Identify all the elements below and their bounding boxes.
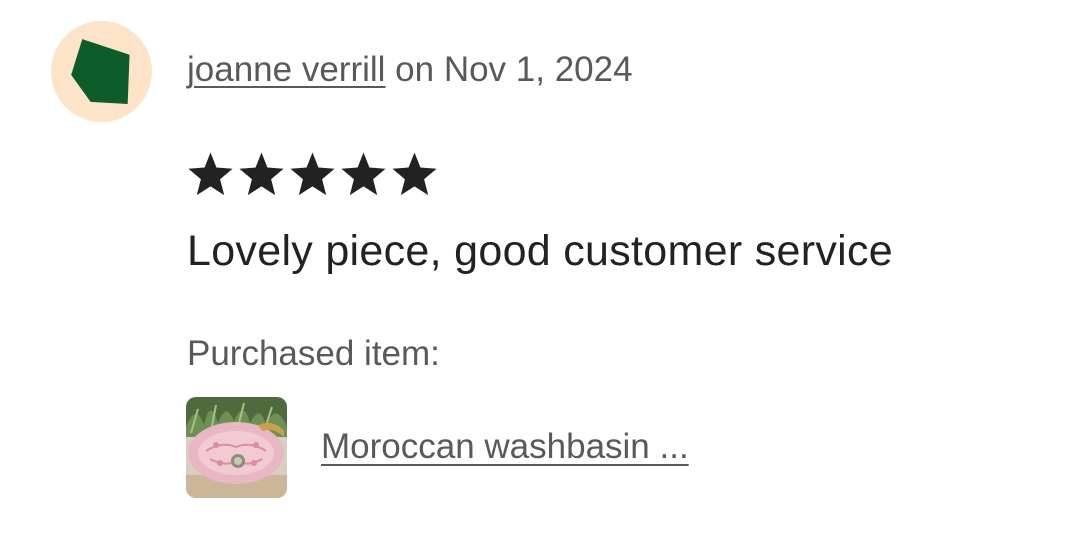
star-icon (237, 150, 286, 199)
star-rating (186, 150, 439, 200)
avatar-shape-icon (71, 39, 130, 105)
star-icon (186, 150, 235, 199)
star-icon (288, 150, 337, 199)
review-card: joanne verrill on Nov 1, 2024 Lovely pie… (0, 0, 1080, 544)
avatar[interactable] (51, 21, 152, 122)
review-date: on Nov 1, 2024 (385, 50, 633, 89)
star-icon (339, 150, 388, 199)
purchased-item-link[interactable]: Moroccan washbasin ... (321, 424, 689, 470)
purchased-item-label: Purchased item: (187, 334, 440, 373)
purchased-item-thumbnail[interactable] (186, 397, 287, 498)
reviewer-name-link[interactable]: joanne verrill (187, 50, 385, 89)
star-icon (390, 150, 439, 199)
washbasin-image (186, 397, 287, 498)
review-text: Lovely piece, good customer service (187, 227, 894, 275)
review-byline: joanne verrill on Nov 1, 2024 (187, 46, 633, 94)
